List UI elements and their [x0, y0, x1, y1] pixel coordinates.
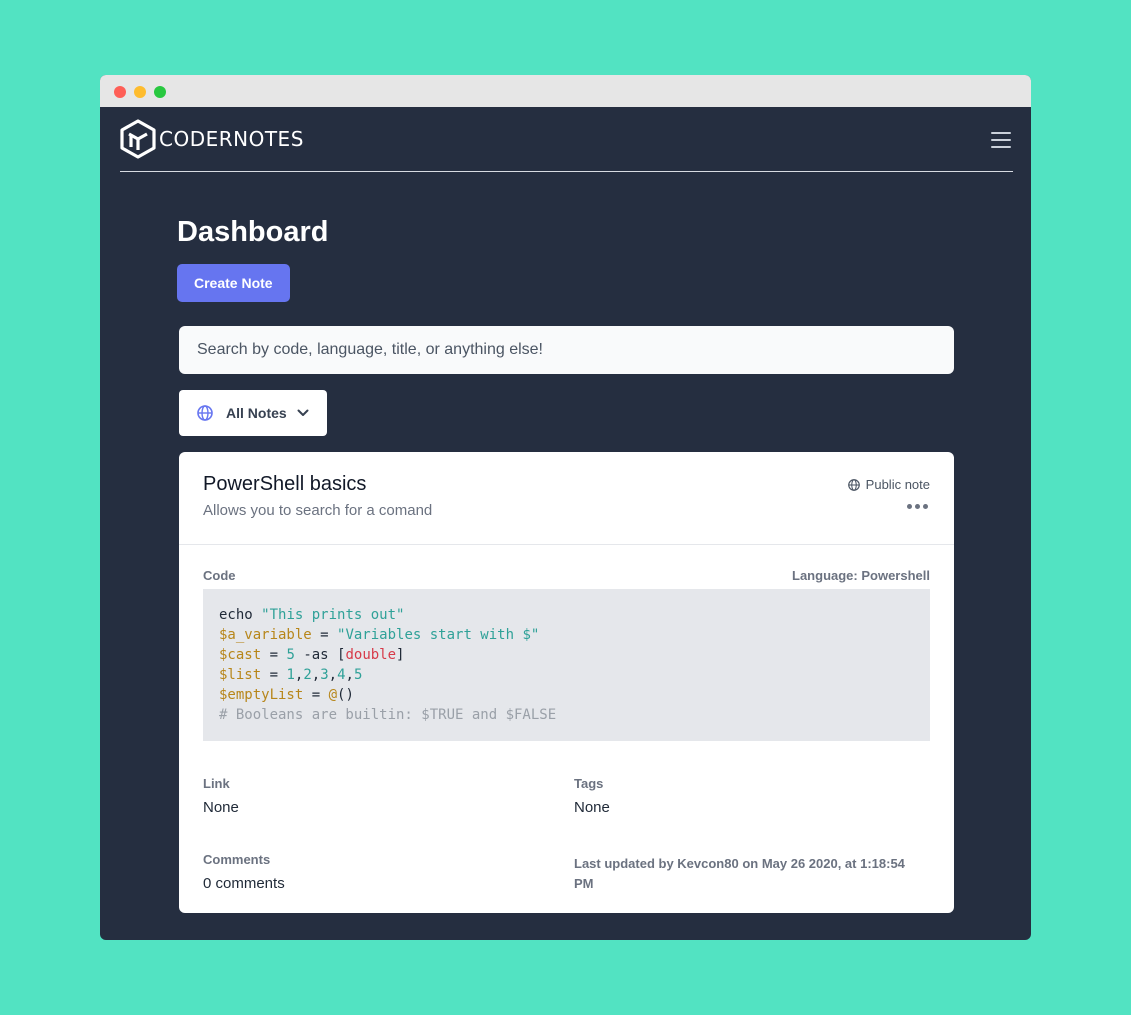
- more-options-icon[interactable]: [904, 504, 928, 509]
- code-line: $list = 1,2,3,4,5: [219, 667, 363, 683]
- tags-label: Tags: [574, 776, 604, 791]
- visibility-badge: Public note: [847, 477, 930, 492]
- tags-value: None: [574, 799, 610, 816]
- brand-logo-link[interactable]: CODERNOTES: [120, 119, 304, 159]
- note-card: PowerShell basics Allows you to search f…: [179, 452, 954, 913]
- code-line: $a_variable = "Variables start with $": [219, 627, 540, 643]
- window-titlebar: [100, 75, 1031, 107]
- globe-icon: [197, 405, 213, 421]
- link-value: None: [203, 799, 239, 816]
- comments-count[interactable]: 0 comments: [203, 875, 285, 892]
- browser-window: CODERNOTES Dashboard Create Note All Not…: [100, 75, 1031, 940]
- search-input[interactable]: [179, 326, 954, 374]
- visibility-label: Public note: [865, 477, 930, 492]
- last-updated-text: Last updated by Kevcon80 on May 26 2020,…: [574, 856, 905, 891]
- note-title[interactable]: PowerShell basics: [203, 473, 366, 496]
- code-label: Code: [203, 568, 236, 583]
- hexagon-cube-logo-icon: [120, 119, 156, 159]
- globe-icon: [847, 478, 860, 491]
- language-label: Language: Powershell: [792, 568, 930, 583]
- code-line: $cast = 5 -as [double]: [219, 647, 405, 663]
- notes-filter-dropdown[interactable]: All Notes: [179, 390, 327, 436]
- code-line: echo "This prints out": [219, 607, 405, 623]
- create-note-button[interactable]: Create Note: [177, 264, 290, 302]
- hamburger-menu-icon[interactable]: [991, 132, 1011, 148]
- main-content: Dashboard Create Note All Notes PowerShe…: [177, 215, 954, 913]
- filter-selected-label: All Notes: [226, 405, 287, 421]
- note-description: Allows you to search for a comand: [203, 502, 433, 519]
- page-title: Dashboard: [177, 216, 329, 248]
- link-label: Link: [203, 776, 230, 791]
- navbar: CODERNOTES: [120, 107, 1013, 172]
- chevron-down-icon: [297, 409, 309, 416]
- close-window-button[interactable]: [114, 86, 126, 98]
- note-card-header: PowerShell basics Allows you to search f…: [179, 452, 954, 545]
- brand-name: CODERNOTES: [159, 127, 304, 151]
- code-line: # Booleans are builtin: $TRUE and $FALSE: [219, 707, 557, 723]
- comments-label: Comments: [203, 852, 271, 867]
- code-line: $emptyList = @(): [219, 687, 354, 703]
- minimize-window-button[interactable]: [134, 86, 146, 98]
- maximize-window-button[interactable]: [154, 86, 166, 98]
- code-block: echo "This prints out" $a_variable = "Var…: [203, 589, 930, 741]
